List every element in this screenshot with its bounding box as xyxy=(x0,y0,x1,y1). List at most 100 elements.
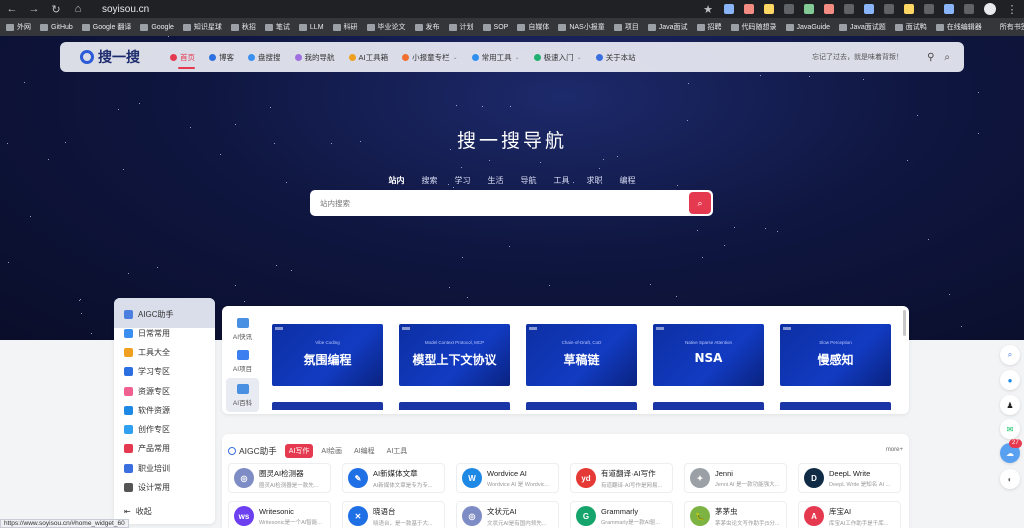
aigc-tab[interactable]: AI工具 xyxy=(383,444,412,458)
forward-icon[interactable]: → xyxy=(28,3,40,15)
all-bookmarks[interactable]: 所有书签 xyxy=(1000,22,1024,32)
extension-icon[interactable] xyxy=(824,4,834,14)
float-toggle-button[interactable]: ◐ xyxy=(1000,469,1020,489)
scrollbar[interactable] xyxy=(903,310,906,336)
carousel-slide[interactable]: Slow Perception 慢感知 xyxy=(780,324,891,386)
bookmark-item[interactable]: 知识星球 xyxy=(182,22,222,32)
bookmark-item[interactable]: LLM xyxy=(298,23,324,31)
nav-item[interactable]: 首页 xyxy=(170,42,195,72)
search-icon[interactable]: ⌕ xyxy=(944,52,950,63)
float-qq-button[interactable]: ♟ xyxy=(1000,395,1020,415)
extension-icon[interactable] xyxy=(784,4,794,14)
search-tab[interactable]: 求职 xyxy=(587,175,603,190)
nav-item[interactable]: 我的导航 xyxy=(294,42,335,72)
tool-card[interactable]: ◎ 文状元AI 文状元AI是有国内领先... xyxy=(456,501,559,528)
extension-icon[interactable] xyxy=(924,4,934,14)
tool-card[interactable]: 🐛 茅茅虫 茅茅虫论文写作助手(5分... xyxy=(684,501,787,528)
bookmark-item[interactable]: 计划 xyxy=(448,22,474,32)
menu-icon[interactable]: ⋮ xyxy=(1006,3,1018,16)
bookmark-item[interactable]: Java面试 xyxy=(647,22,688,32)
carousel-slide[interactable]: Vibe Coding 氛围编程 xyxy=(272,324,383,386)
bookmark-item[interactable]: 秋招 xyxy=(230,22,256,32)
address-bar[interactable]: soyisou.cn xyxy=(102,4,149,15)
tool-card[interactable]: G Grammarly Grammarly是一款AI驱... xyxy=(570,501,673,528)
extension-icon[interactable] xyxy=(944,4,954,14)
bookmark-item[interactable]: 项目 xyxy=(613,22,639,32)
search-tab[interactable]: 站内 xyxy=(389,175,405,194)
search-button[interactable]: ⌕ xyxy=(689,192,711,214)
bookmark-item[interactable]: 招聘 xyxy=(696,22,722,32)
extension-icon[interactable] xyxy=(884,4,894,14)
search-tab[interactable]: 工具 xyxy=(554,175,570,190)
search-tab[interactable]: 学习 xyxy=(455,175,471,190)
sidebar-item[interactable]: 学习专区 xyxy=(124,364,170,378)
extension-icon[interactable] xyxy=(804,4,814,14)
aigc-tab[interactable]: AI绘画 xyxy=(317,444,346,458)
extension-icon[interactable] xyxy=(744,4,754,14)
sidebar-item[interactable]: 资源专区 xyxy=(124,384,170,398)
tool-card[interactable]: ✦ Jenni Jenni AI 是一款功能强大... xyxy=(684,463,787,493)
bookmark-item[interactable]: Google xyxy=(140,23,174,31)
tool-card[interactable]: A 库宝AI 库宝AI工作助手是千库... xyxy=(798,501,901,528)
extension-icon[interactable] xyxy=(864,4,874,14)
sidebar-item[interactable]: 日常常用 xyxy=(124,326,170,340)
search-tab[interactable]: 生活 xyxy=(488,175,504,190)
bookmark-item[interactable]: 面试鸭 xyxy=(894,22,927,32)
float-search-button[interactable]: ⌕ xyxy=(1000,345,1020,365)
bookmark-item[interactable]: 自媒体 xyxy=(517,22,549,32)
bookmark-item[interactable]: NAS小报童 xyxy=(558,22,605,32)
carousel-tab[interactable]: AI百科 xyxy=(226,378,259,412)
bookmark-item[interactable]: Java面试题 xyxy=(839,22,886,32)
bookmark-item[interactable]: 外网 xyxy=(6,22,31,32)
aigc-tab[interactable]: AI写作 xyxy=(284,444,314,458)
aigc-tab[interactable]: AI编程 xyxy=(350,444,379,458)
star-icon[interactable]: ★ xyxy=(702,3,714,16)
bookmark-item[interactable]: GitHub xyxy=(40,23,73,31)
carousel-slide[interactable]: Model Context Protocol, MCP 模型上下文协议 xyxy=(399,324,510,386)
tool-card[interactable]: ✎ AI新媒体文章 AI新媒体文章是专为专... xyxy=(342,463,445,493)
nav-item[interactable]: 小报童专栏 ⌄ xyxy=(402,42,458,72)
carousel-tab[interactable]: AI快讯 xyxy=(226,312,259,346)
carousel-tab[interactable]: AI项目 xyxy=(226,344,259,378)
extension-icon[interactable] xyxy=(844,4,854,14)
extension-icon[interactable] xyxy=(764,4,774,14)
sidebar-item[interactable]: 创作专区 xyxy=(124,422,170,436)
more-link[interactable]: more+ xyxy=(886,447,903,453)
bookmark-item[interactable]: 在线编辑器 xyxy=(935,22,982,32)
float-wechat-button[interactable]: ✉ xyxy=(1000,419,1020,439)
sidebar-item[interactable]: 设计常用 xyxy=(124,480,170,494)
bookmark-item[interactable]: 发布 xyxy=(414,22,440,32)
nav-item[interactable]: 极速入门 ⌄ xyxy=(533,42,582,72)
reload-icon[interactable]: ↻ xyxy=(50,3,62,16)
bookmark-item[interactable]: 毕业论文 xyxy=(366,22,406,32)
tool-card[interactable]: W Wordvice AI Wordvice AI 是 Wordvic... xyxy=(456,463,559,493)
profile-avatar[interactable] xyxy=(984,3,996,15)
extension-icon[interactable] xyxy=(904,4,914,14)
site-logo[interactable]: 搜一搜 xyxy=(80,47,140,67)
search-input[interactable] xyxy=(310,190,689,216)
bookmark-item[interactable]: JavaGuide xyxy=(785,23,830,31)
sidebar-item[interactable]: 产品常用 xyxy=(124,441,170,455)
extension-icon[interactable] xyxy=(964,4,974,14)
bookmark-item[interactable]: 代码随想录 xyxy=(730,22,777,32)
search-tab[interactable]: 导航 xyxy=(521,175,537,190)
home-icon[interactable]: ⌂ xyxy=(72,3,84,15)
extension-icon[interactable] xyxy=(724,4,734,14)
carousel-slide[interactable]: Native Sparse Attention NSA xyxy=(653,324,764,386)
float-app-button[interactable]: ● xyxy=(1000,370,1020,390)
sidebar-item[interactable]: 职业培训 xyxy=(124,461,170,475)
bookmark-item[interactable]: 科研 xyxy=(332,22,358,32)
bookmark-item[interactable]: SOP xyxy=(482,23,508,31)
tool-card[interactable]: ✕ 晓语台 晓语台，是一款基于大... xyxy=(342,501,445,528)
user-icon[interactable]: ⚲ xyxy=(927,52,934,63)
nav-item[interactable]: AI工具箱 xyxy=(348,42,388,72)
sidebar-item[interactable]: 软件资源 xyxy=(124,403,170,417)
search-tab[interactable]: 编程 xyxy=(620,175,636,190)
carousel-slide[interactable]: Chain-of-Draft, CoD 草稿链 xyxy=(526,324,637,386)
nav-item[interactable]: 盘搜搜 xyxy=(248,42,281,72)
tool-card[interactable]: yd 有道翻译·AI写作 有道翻译·AI写作是网易... xyxy=(570,463,673,493)
tool-card[interactable]: ◎ 圈灵AI检测器 圈灵AI检测器是一款先... xyxy=(228,463,331,493)
nav-item[interactable]: 博客 xyxy=(209,42,234,72)
nav-item[interactable]: 常用工具 ⌄ xyxy=(471,42,520,72)
sidebar-item[interactable]: AIGC助手 xyxy=(124,307,174,321)
